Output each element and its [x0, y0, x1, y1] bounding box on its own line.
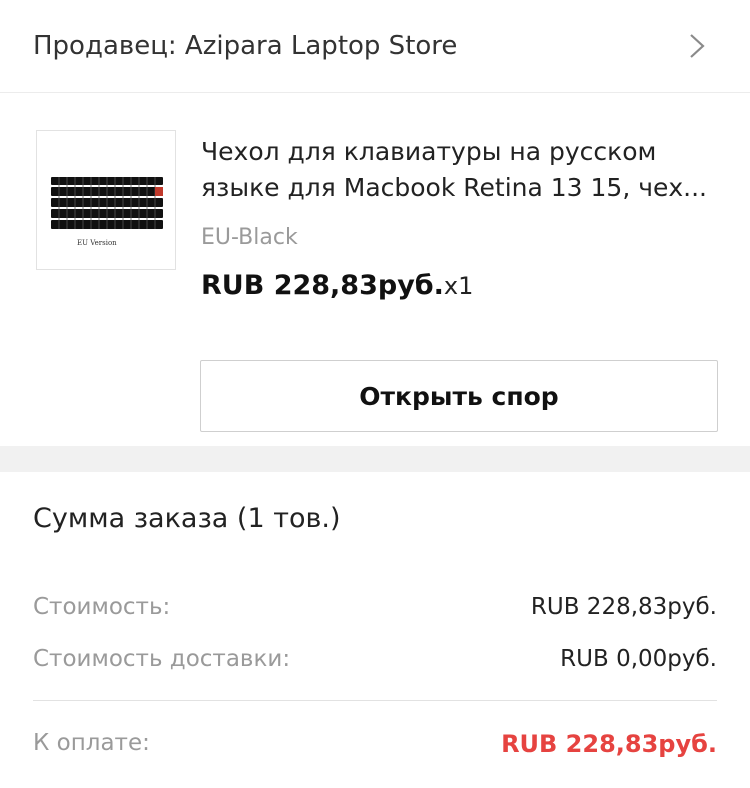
- shipping-row: Стоимость доставки: RUB 0,00руб.: [33, 646, 717, 672]
- shipping-label: Стоимость доставки:: [33, 646, 291, 672]
- total-row: К оплате: RUB 228,83руб.: [33, 730, 717, 758]
- section-separator: [0, 446, 750, 472]
- seller-row[interactable]: Продавец: Azipara Laptop Store: [0, 0, 750, 93]
- order-summary-title: Сумма заказа (1 тов.): [33, 503, 341, 534]
- keyboard-cover-image: EU Version: [51, 177, 163, 247]
- product-price: RUB 228,83руб.: [201, 270, 444, 301]
- summary-divider: [33, 700, 717, 701]
- product-title-line-2: языке для Macbook Retina 13 15, чех...: [201, 173, 708, 202]
- chevron-right-icon: [690, 34, 705, 58]
- product-price-line: RUB 228,83руб.x1: [201, 270, 473, 301]
- product-quantity: x1: [443, 272, 474, 300]
- product-variant: EU-Black: [201, 225, 298, 250]
- cost-row: Стоимость: RUB 228,83руб.: [33, 594, 717, 620]
- thumb-caption: EU Version: [77, 239, 117, 247]
- product-item: EU Version Чехол для клавиатуры на русск…: [0, 94, 750, 446]
- shipping-value: RUB 0,00руб.: [560, 646, 717, 672]
- product-thumbnail[interactable]: EU Version: [36, 130, 176, 270]
- cost-value: RUB 228,83руб.: [530, 594, 717, 620]
- cost-label: Стоимость:: [33, 594, 171, 620]
- open-dispute-button[interactable]: Открыть спор: [200, 360, 718, 432]
- product-title[interactable]: Чехол для клавиатуры на русском языке дл…: [201, 134, 721, 206]
- total-value: RUB 228,83руб.: [501, 730, 717, 758]
- product-title-line-1: Чехол для клавиатуры на русском: [201, 137, 657, 166]
- order-summary: Сумма заказа (1 тов.) Стоимость: RUB 228…: [0, 472, 750, 788]
- seller-name: Продавец: Azipara Laptop Store: [33, 31, 458, 61]
- total-label: К оплате:: [33, 730, 150, 756]
